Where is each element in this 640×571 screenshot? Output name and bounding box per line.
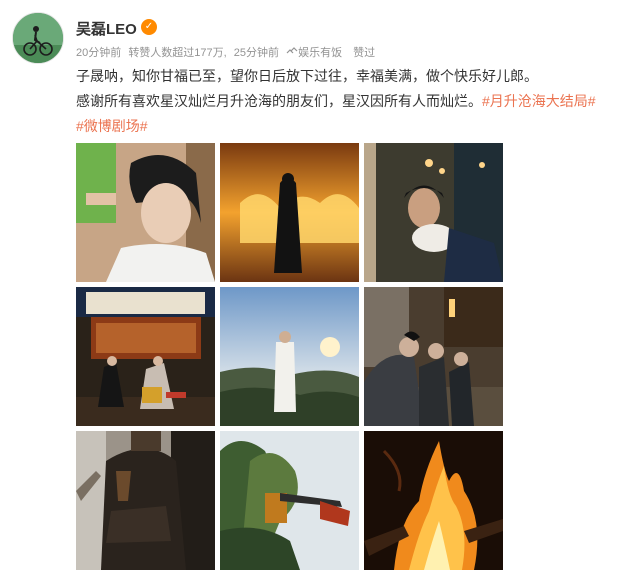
post-line-1: 子晟呐，知你甘福已至，望你日后放下过往，幸福美满，做个快乐好儿郎。 xyxy=(76,68,538,84)
user-avatar[interactable] xyxy=(12,12,64,64)
post-line-2-text: 感谢所有喜欢星汉灿烂月升沧海的朋友们，星汉因所有人而灿烂。 xyxy=(76,93,482,109)
photo-2[interactable] xyxy=(220,143,359,282)
link-icon xyxy=(286,47,298,54)
post-source[interactable]: 娱乐有饭 xyxy=(286,47,349,59)
post-meta: 20分钟前 转赞人数超过177万, 25分钟前 娱乐有饭 赞过 xyxy=(76,44,379,60)
hashtag-weibo-theater[interactable]: #微博剧场# xyxy=(76,118,148,134)
post-time[interactable]: 20分钟前 xyxy=(76,47,121,59)
photo-4[interactable] xyxy=(76,287,215,426)
photo-7[interactable] xyxy=(76,431,215,570)
user-name[interactable]: 吴磊LEO xyxy=(76,18,137,39)
photo-8[interactable] xyxy=(220,431,359,570)
repost-count: 转赞人数超过177万, xyxy=(128,47,227,59)
post-text: 子晟呐，知你甘福已至，望你日后放下过往，幸福美满，做个快乐好儿郎。 感谢所有喜欢… xyxy=(76,64,632,139)
photo-grid xyxy=(76,143,504,570)
post-line-3: #微博剧场# xyxy=(76,114,632,139)
hashtag-finale[interactable]: #月升沧海大结局# xyxy=(482,93,596,109)
post-line-2: 感谢所有喜欢星汉灿烂月升沧海的朋友们，星汉因所有人而灿烂。#月升沧海大结局# xyxy=(76,89,632,114)
verified-badge-icon: ✓ xyxy=(141,19,157,35)
photo-9[interactable] xyxy=(364,431,503,570)
edit-time: 25分钟前 xyxy=(233,47,280,59)
photo-5[interactable] xyxy=(220,287,359,426)
photo-3[interactable] xyxy=(364,143,503,282)
source-label: 娱乐有饭 xyxy=(298,47,343,59)
liked-label: 赞过 xyxy=(353,47,376,59)
photo-6[interactable] xyxy=(364,287,503,426)
photo-1[interactable] xyxy=(76,143,215,282)
cyclist-avatar-icon xyxy=(13,13,63,63)
